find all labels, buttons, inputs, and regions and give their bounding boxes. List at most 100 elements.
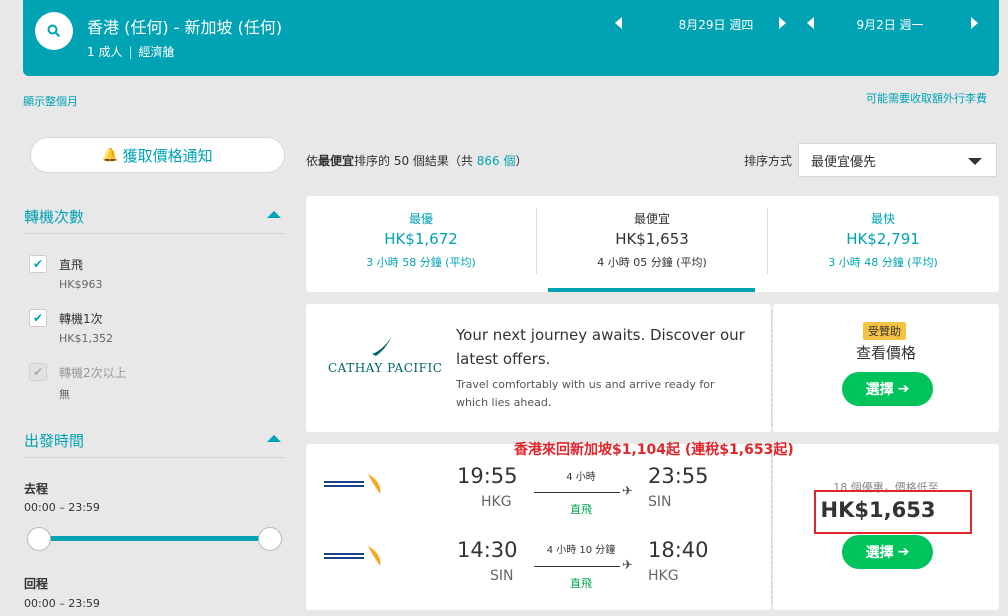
sort-value: 最便宜優先 [811,154,877,170]
flight-select-button[interactable]: 選擇 ➔ [842,535,933,569]
return-date[interactable]: 9月2日 週一 [835,14,945,34]
count-middle: 排序的 50 個結果（共 [354,154,477,168]
return-range: 00:00 – 23:59 [24,597,100,610]
active-tab-indicator [548,288,755,292]
check-icon: ✔ [32,311,44,325]
chevron-up-icon [267,211,281,218]
stops-one-label: 轉機1次 [59,312,103,326]
ad-brand: CATHAY PACIFIC [328,361,443,375]
chevron-up-icon [267,435,281,442]
leg1-depart-time: 19:55 [457,464,518,488]
outbound-slider-track[interactable] [38,536,270,541]
leg1-to: SIN [648,494,672,510]
tab-best[interactable]: 最優 HK$1,672 3 小時 58 分鐘 (平均) [306,196,536,292]
ad-headline: Your next journey awaits. Discover our l… [456,326,745,368]
price-alert-button[interactable]: 🔔 獲取價格通知 [30,137,285,173]
plane-icon: ✈ [622,484,633,499]
leg1-duration: 4 小時 [566,472,596,483]
divider [24,233,285,234]
divider [771,310,772,426]
sort-label: 排序方式 [744,154,793,168]
leg1-route-line [534,492,620,493]
leg2-from: SIN [490,568,514,584]
search-icon [47,24,61,38]
tab-label: 最優 [408,212,433,226]
sponsored-badge: 受贊助 [863,322,906,340]
select-label: 選擇 [865,545,894,561]
passenger-cabin[interactable]: 1 成人 | 經濟艙 [87,43,175,60]
check-icon: ✔ [32,365,44,379]
sort-select[interactable]: 最便宜優先 [798,143,997,177]
tab-fastest[interactable]: 最快 HK$2,791 3 小時 48 分鐘 (平均) [768,196,998,292]
depart-next-button[interactable] [779,17,786,29]
times-title[interactable]: 出發時間 [24,430,84,451]
stops-direct-label: 直飛 [59,258,84,272]
stops-two-label: 轉機2次以上 [59,366,127,380]
tab-duration: 3 小時 58 分鐘 (平均) [366,256,476,269]
stops-two-price: 無 [59,388,70,401]
depart-prev-button[interactable] [615,17,622,29]
show-month-link[interactable]: 顯示整個月 [23,93,78,109]
leg1-stops: 直飛 [570,503,592,516]
tab-cheapest[interactable]: 最便宜 HK$1,653 4 小時 05 分鐘 (平均) [537,196,767,292]
search-button[interactable] [35,12,73,50]
outbound-range: 00:00 – 23:59 [24,501,100,514]
outbound-slider-max-handle[interactable] [258,527,282,551]
price-highlight-box [814,490,972,534]
baggage-fee-link[interactable]: 可能需要收取額外行李費 [866,90,987,106]
singapore-airlines-logo-icon [324,474,381,494]
caret-down-icon [968,158,982,165]
leg2-to: HKG [648,568,679,584]
count-sort-name: 最便宜 [318,154,355,168]
divider [24,457,285,458]
tab-price: HK$2,791 [846,230,920,248]
return-next-button[interactable] [971,17,978,29]
chevron-right-icon [971,17,978,29]
count-prefix: 依 [306,154,319,168]
stops-title[interactable]: 轉機次數 [24,206,84,227]
ad-select-button[interactable]: 選擇 ➔ [842,372,933,406]
return-label: 回程 [24,577,49,591]
price-alert-label: 獲取價格通知 [122,146,213,165]
arrow-right-icon: ➔ [897,381,910,397]
stops-two-checkbox[interactable]: ✔ [29,363,47,381]
leg2-route-line [534,566,620,567]
ad-card[interactable]: CATHAY PACIFIC Your next journey awaits.… [306,304,771,432]
select-label: 選擇 [865,382,894,398]
cathay-logo-icon [372,336,392,356]
leg2-duration: 4 小時 10 分鐘 [546,545,616,556]
tab-price: HK$1,672 [384,230,458,248]
chevron-left-icon [615,17,622,29]
outbound-label: 去程 [24,482,49,496]
route-text[interactable]: 香港 (任何) - 新加坡 (任何) [87,14,282,38]
stops-direct-price: HK$963 [59,278,103,291]
stops-direct-checkbox[interactable]: ✔ [29,255,47,273]
arrow-right-icon: ➔ [897,544,910,560]
view-price-label: 查看價格 [855,344,916,362]
search-bar[interactable]: 香港 (任何) - 新加坡 (任何) 1 成人 | 經濟艙 8月29日 週四 9月2… [23,0,999,76]
cabin-class: 經濟艙 [138,45,175,59]
depart-date[interactable]: 8月29日 週四 [661,14,771,34]
bell-icon: 🔔 [102,147,119,163]
times-collapse-button[interactable] [267,435,281,442]
stops-collapse-button[interactable] [267,211,281,218]
flight-result-card[interactable]: 19:55 HKG 4 小時 ✈ 直飛 23:55 SIN 14:30 SIN … [306,444,771,610]
divider [771,450,772,604]
total-results-link[interactable]: 866 個 [477,154,516,168]
passengers: 1 成人 [87,45,123,59]
leg1-from: HKG [481,494,512,510]
plane-icon: ✈ [622,558,633,573]
outbound-slider-min-handle[interactable] [27,527,51,551]
return-prev-button[interactable] [807,17,814,29]
tab-duration: 3 小時 48 分鐘 (平均) [828,256,938,269]
leg2-arrive-time: 18:40 [648,538,709,562]
count-suffix: ） [515,154,528,168]
leg2-depart-time: 14:30 [457,538,518,562]
check-icon: ✔ [32,257,44,271]
ad-price-panel: 受贊助 查看價格 選擇 ➔ [773,304,999,432]
stops-one-checkbox[interactable]: ✔ [29,309,47,327]
results-count: 依最便宜排序的 50 個結果（共 866 個） [306,152,528,169]
chevron-right-icon [779,17,786,29]
promo-annotation: 香港來回新加坡$1,104起 (連稅$1,653起) [514,442,794,458]
singapore-airlines-logo-icon [324,546,381,566]
